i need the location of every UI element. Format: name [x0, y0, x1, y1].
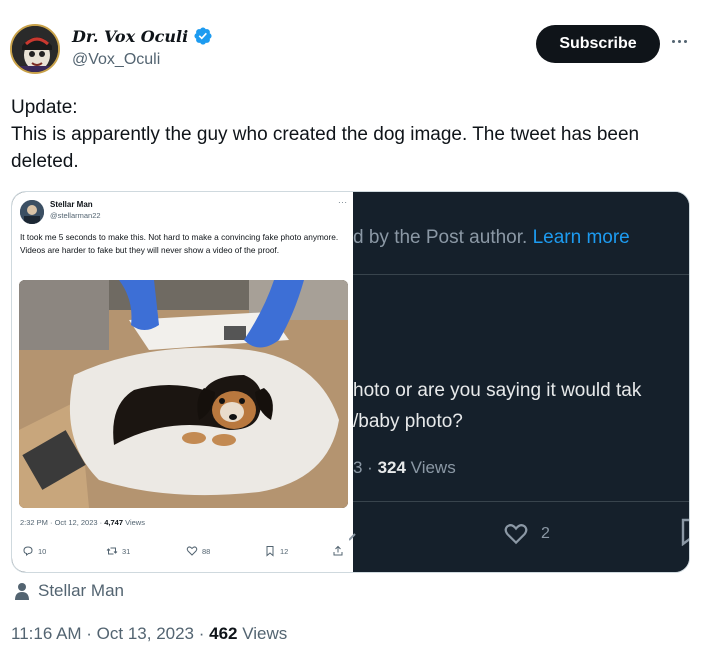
reply-like-count: 2	[541, 525, 550, 542]
reply-views-label: Views	[410, 458, 456, 477]
person-icon	[15, 583, 29, 600]
embedded-timestamp: 2:32 PM · Oct 12, 2023 ·	[20, 518, 105, 527]
tweet-timestamp[interactable]: 11:16 AM · Oct 13, 2023 ·	[11, 624, 209, 643]
embedded-action-bar: 10 31 88 12	[20, 545, 345, 559]
more-horizontal-icon[interactable]	[668, 30, 690, 52]
reply-views-prefix: 3 ·	[353, 458, 378, 477]
embedded-views-count: 4,747	[104, 518, 123, 527]
embedded-bookmark: 12	[264, 545, 288, 557]
embedded-tweet-text: It took me 5 seconds to make this. Not h…	[20, 232, 339, 255]
embedded-author-handle: @stellarman22	[50, 211, 101, 220]
divider	[353, 274, 689, 275]
embedded-meta: 2:32 PM · Oct 12, 2023 · 4,747 Views	[20, 518, 145, 527]
reply-views-count: 324	[377, 458, 406, 477]
divider	[353, 501, 689, 502]
share-icon	[333, 545, 343, 556]
embedded-bookmark-count: 12	[280, 546, 289, 556]
tweet-views-label: Views	[242, 624, 288, 643]
bookmark-icon	[680, 518, 689, 551]
embedded-reply-count: 10	[38, 546, 47, 556]
embedded-avatar	[20, 200, 44, 224]
deleted-notice-text: d by the Post author.	[353, 227, 528, 248]
embedded-reply: 10	[22, 545, 46, 557]
reply-like: 2	[503, 521, 550, 547]
embedded-like: 88	[186, 545, 210, 557]
dark-reply-screenshot: d by the Post author. Learn more hoto or…	[348, 192, 689, 572]
tagged-user[interactable]: Stellar Man	[14, 581, 124, 601]
embedded-more-icon: ···	[338, 198, 348, 207]
deleted-notice: d by the Post author. Learn more	[353, 227, 630, 249]
embedded-author-name: Stellar Man	[50, 200, 93, 209]
embedded-like-count: 88	[202, 546, 211, 556]
learn-more-link: Learn more	[532, 227, 630, 248]
subscribe-button[interactable]: Subscribe	[536, 25, 660, 63]
embedded-retweet-count: 31	[122, 546, 131, 556]
reply-icon	[23, 546, 33, 556]
verified-badge-icon	[194, 27, 212, 45]
heart-icon	[504, 524, 528, 545]
reply-icon	[348, 522, 359, 547]
bookmark-icon	[266, 546, 274, 557]
retweet-icon	[106, 547, 118, 555]
embedded-retweet: 31	[106, 545, 130, 557]
reply-text-line-2: /baby photo?	[353, 411, 463, 432]
heart-icon	[186, 546, 198, 556]
reply-text: hoto or are you saying it would tak /bab…	[353, 375, 641, 437]
tweet-views-count: 462	[209, 624, 238, 643]
embedded-tweet-screenshot: Stellar Man @stellarman22 ··· It took me…	[12, 192, 353, 572]
embedded-views-label: Views	[125, 518, 145, 527]
author-avatar[interactable]	[10, 24, 60, 74]
tagged-user-name[interactable]: Stellar Man	[38, 581, 124, 601]
tweet-footer: 11:16 AM · Oct 13, 2023 · 462 Views	[11, 624, 287, 644]
author-handle[interactable]: @Vox_Oculi	[72, 51, 160, 69]
embedded-share	[332, 545, 344, 557]
reply-views: 3 · 324 Views	[353, 458, 456, 478]
tweet-media[interactable]: Stellar Man @stellarman22 ··· It took me…	[11, 191, 690, 573]
puppy-photo	[19, 280, 348, 508]
tweet-text-line-1: Update:	[11, 97, 78, 118]
reply-text-line-1: hoto or are you saying it would tak	[353, 380, 642, 401]
tweet-text: Update: This is apparently the guy who c…	[11, 94, 691, 175]
author-display-name[interactable]: Dr. Vox Oculi	[72, 27, 188, 46]
tweet-text-line-2: This is apparently the guy who created t…	[11, 124, 640, 172]
